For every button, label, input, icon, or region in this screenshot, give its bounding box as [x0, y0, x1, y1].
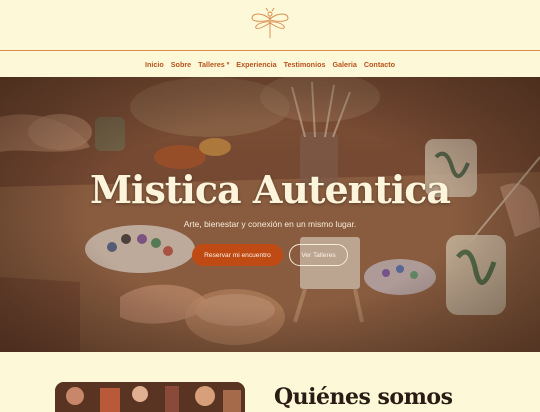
hero-subtitle: Arte, bienestar y conexión en un mismo l… — [183, 219, 357, 229]
nav-contacto[interactable]: Contacto — [364, 60, 395, 69]
hero-title: Mistica Autentica — [89, 167, 451, 212]
nav-sobre[interactable]: Sobre — [171, 60, 191, 69]
about-title: Quiénes somos — [274, 384, 453, 410]
nav-testimonios[interactable]: Testimonios — [284, 60, 326, 69]
hero-background-image — [0, 77, 540, 352]
nav-experiencia[interactable]: Experiencia — [236, 60, 276, 69]
ver-talleres-button[interactable]: Ver Talleres — [289, 244, 348, 266]
nav-talleres[interactable]: Talleres ▾ — [198, 60, 229, 69]
nav-galeria[interactable]: Galeria — [332, 60, 356, 69]
dragonfly-logo-icon[interactable] — [248, 8, 292, 44]
hero-section: Mistica Autentica Arte, bienestar y cone… — [0, 77, 540, 352]
chevron-down-icon: ▾ — [226, 61, 230, 67]
reservar-button[interactable]: Reservar mi encuentro — [192, 244, 283, 266]
about-image — [55, 382, 245, 412]
about-section: Quiénes somos — [0, 352, 540, 412]
header — [0, 0, 540, 50]
nav-inicio[interactable]: Inicio — [145, 60, 164, 69]
about-image-art — [55, 382, 245, 412]
nav-talleres-label: Talleres — [198, 59, 225, 69]
main-nav: Inicio Sobre Talleres ▾ Experiencia Test… — [0, 50, 540, 78]
